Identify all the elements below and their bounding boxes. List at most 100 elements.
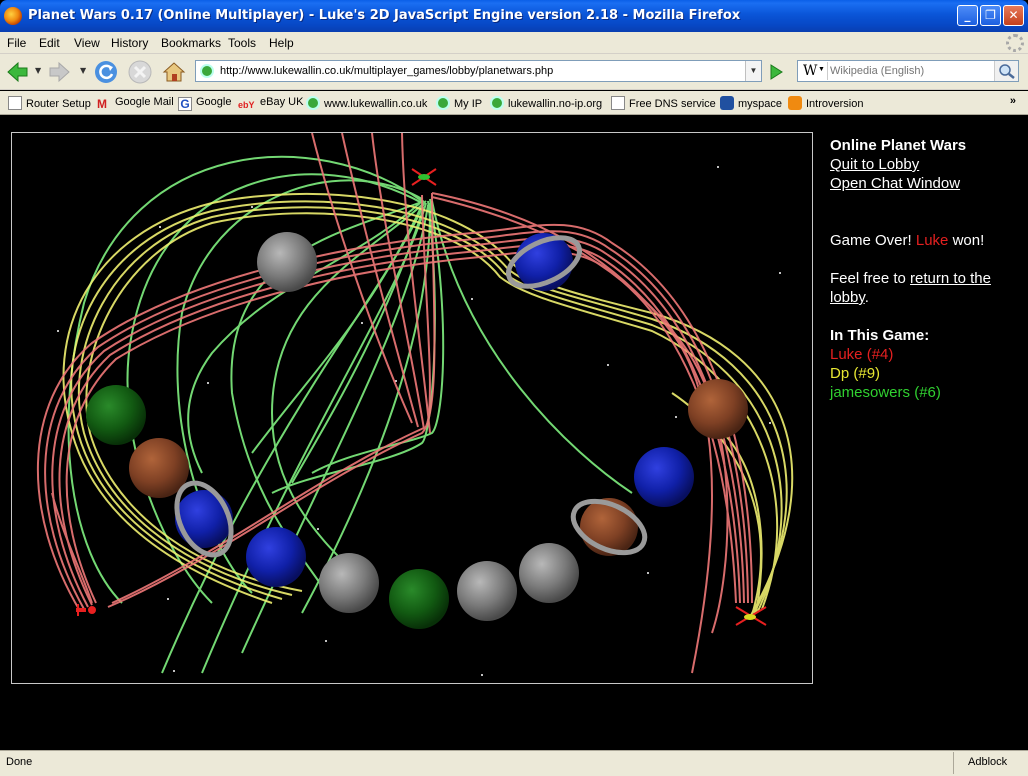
bookmark-item[interactable]: Introversion	[788, 96, 863, 110]
planet-grey[interactable]	[457, 561, 517, 621]
home-icon[interactable]	[162, 60, 186, 84]
menu-edit[interactable]: Edit	[39, 36, 60, 50]
planet-green[interactable]	[389, 569, 449, 629]
status-text: Done	[6, 756, 33, 768]
address-dropdown-icon[interactable]: ▼	[745, 61, 761, 81]
search-engine-dropdown-icon[interactable]: ▼	[818, 66, 825, 73]
status-bar: Done Adblock	[0, 750, 1028, 776]
stop-icon[interactable]	[128, 60, 152, 84]
bookmark-item[interactable]: My IP	[436, 96, 482, 110]
adblock-button[interactable]: Adblock	[953, 752, 1028, 774]
site-icon	[306, 96, 320, 110]
player-jamesowers-destroyed-icon	[411, 168, 437, 186]
page-content: Online Planet Wars Quit to Lobby Open Ch…	[0, 116, 1028, 750]
in-this-game-heading: In This Game:	[830, 327, 930, 344]
planet-grey[interactable]	[257, 232, 317, 292]
menu-view[interactable]: View	[74, 36, 100, 50]
feel-free-text: Feel free to	[830, 270, 906, 287]
return-message: Feel free to return to the lobby.	[830, 269, 1020, 307]
player-row: Dp (#9)	[830, 364, 1020, 383]
bookmark-label: www.lukewallin.co.uk	[324, 98, 428, 110]
game-canvas[interactable]	[11, 132, 813, 684]
bookmark-item[interactable]: Router Setup	[8, 96, 91, 110]
planet-blue[interactable]	[246, 527, 306, 587]
menu-history[interactable]: History	[111, 36, 148, 50]
forward-history-dropdown-icon[interactable]: ▼	[80, 66, 88, 76]
planet-grey[interactable]	[519, 543, 579, 603]
player-rank: (#4)	[866, 346, 894, 363]
player-row: Luke (#4)	[830, 345, 1020, 364]
close-button[interactable]: ✕	[1003, 5, 1024, 26]
window-title: Planet Wars 0.17 (Online Multiplayer) - …	[28, 8, 741, 23]
site-favicon-icon	[200, 64, 214, 78]
bookmarks-toolbar: Router Setup M Google Mail G Google ebY eBa…	[0, 91, 1028, 115]
throbber-icon	[1006, 34, 1024, 52]
bookmark-item[interactable]: lukewallin.no-ip.org	[490, 96, 602, 110]
bookmark-label: Free DNS service	[629, 98, 716, 110]
maximize-button[interactable]: ❐	[980, 5, 1001, 26]
bookmark-label: Google Mail	[115, 96, 174, 108]
planet-brown[interactable]	[688, 379, 748, 439]
game-over-message: Game Over! Luke won!	[830, 231, 1020, 250]
menu-bookmarks[interactable]: Bookmarks	[161, 36, 221, 50]
quit-to-lobby-link[interactable]: Quit to Lobby	[830, 156, 919, 173]
game-board[interactable]	[12, 133, 812, 683]
player-dp-destroyed-icon	[735, 606, 767, 626]
bookmark-item[interactable]: www.lukewallin.co.uk	[306, 96, 427, 110]
page-icon	[8, 96, 22, 110]
game-title: Online Planet Wars	[830, 137, 967, 154]
firefox-logo-icon	[4, 7, 22, 25]
minimize-button[interactable]: _	[957, 5, 978, 26]
window-titlebar[interactable]: Planet Wars 0.17 (Online Multiplayer) - …	[0, 0, 1028, 32]
bookmark-item[interactable]: G Google	[178, 96, 231, 111]
planet-brown-ringed[interactable]	[580, 498, 638, 556]
game-info-panel: Online Planet Wars Quit to Lobby Open Ch…	[830, 136, 1020, 402]
bookmark-label: eBay UK	[260, 96, 304, 108]
minimize-icon: _	[964, 8, 971, 22]
won-text: won!	[952, 232, 985, 249]
forward-arrow-icon[interactable]	[48, 60, 72, 84]
planet-grey[interactable]	[319, 553, 379, 613]
reload-icon[interactable]	[94, 60, 118, 84]
search-box[interactable]: W ▼	[797, 60, 1019, 82]
site-icon	[490, 96, 504, 110]
player-name: Luke	[830, 346, 863, 363]
back-arrow-icon[interactable]	[5, 60, 29, 84]
winner-name: Luke	[915, 232, 949, 249]
player-name: jamesowers	[830, 384, 911, 401]
page-icon	[611, 96, 625, 110]
player-name: Dp	[830, 365, 850, 382]
bookmark-label: My IP	[454, 98, 483, 110]
search-input[interactable]	[830, 63, 990, 79]
bookmark-label: myspace	[738, 98, 783, 110]
site-icon	[436, 96, 450, 110]
ebay-icon: ebY	[238, 100, 255, 110]
address-url[interactable]: http://www.lukewallin.co.uk/multiplayer_…	[220, 65, 553, 77]
bookmark-item[interactable]: Free DNS service	[611, 96, 716, 110]
menu-tools[interactable]: Tools	[228, 36, 256, 50]
game-over-text: Game Over!	[830, 232, 912, 249]
planet-blue-ringed[interactable]	[175, 490, 233, 548]
magnifier-icon	[999, 64, 1015, 79]
player-row: jamesowers (#6)	[830, 383, 1020, 402]
address-bar[interactable]: http://www.lukewallin.co.uk/multiplayer_…	[195, 60, 762, 82]
bookmark-label: Google	[196, 96, 232, 108]
bookmarks-overflow-button[interactable]: »	[1010, 95, 1016, 107]
go-button[interactable]	[766, 62, 786, 82]
bookmark-item[interactable]: ebY eBay UK	[238, 96, 303, 114]
search-button[interactable]	[994, 61, 1018, 81]
menu-file[interactable]: File	[7, 36, 26, 50]
bookmark-item[interactable]: M Google Mail	[97, 96, 174, 111]
bookmark-item[interactable]: myspace	[720, 96, 782, 110]
back-history-dropdown-icon[interactable]: ▼	[35, 66, 43, 76]
player-rank: (#6)	[914, 384, 941, 401]
restore-icon: ❐	[985, 8, 996, 22]
close-icon: ✕	[1008, 8, 1019, 22]
open-chat-link[interactable]: Open Chat Window	[830, 175, 960, 192]
planet-green[interactable]	[86, 385, 146, 445]
menu-bar: File Edit View History Bookmarks Tools H…	[0, 32, 1028, 54]
rss-icon	[788, 96, 802, 110]
player-luke-ship[interactable]	[76, 604, 96, 616]
menu-help[interactable]: Help	[269, 36, 294, 50]
planet-blue[interactable]	[634, 447, 694, 507]
